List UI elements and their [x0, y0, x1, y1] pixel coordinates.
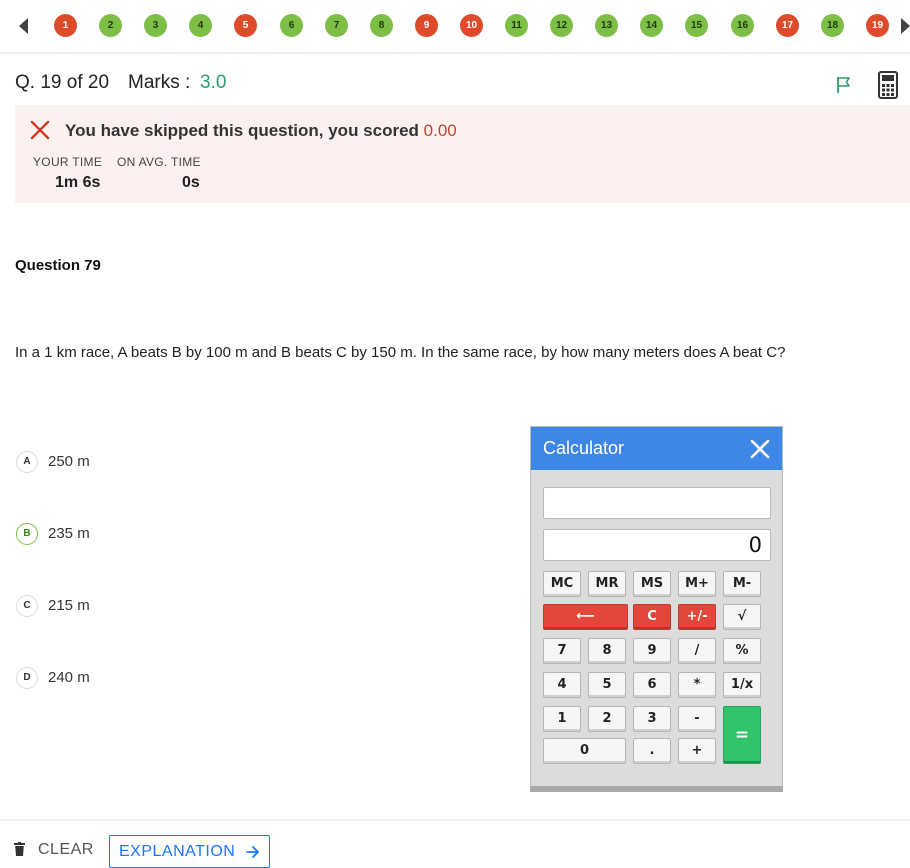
close-icon[interactable] — [750, 439, 770, 459]
marks-value: 3.0 — [200, 72, 227, 93]
question-bubble[interactable]: 2 — [99, 14, 122, 37]
clear-key[interactable]: C — [633, 604, 671, 630]
question-bubble[interactable]: 12 — [550, 14, 573, 37]
footer-divider — [0, 819, 910, 821]
question-bubble[interactable]: 7 — [325, 14, 348, 37]
equals-key[interactable]: = — [723, 706, 761, 764]
question-bubble[interactable]: 11 — [505, 14, 528, 37]
subtract-key[interactable]: - — [678, 706, 716, 732]
arrow-right-icon — [246, 846, 259, 858]
key-1[interactable]: 1 — [543, 706, 581, 732]
calculator-icon[interactable] — [878, 71, 898, 99]
result-score: 0.00 — [423, 121, 457, 140]
calculator-input[interactable] — [543, 487, 771, 519]
cross-icon — [30, 120, 50, 140]
option-letter: A — [16, 451, 38, 473]
key-2[interactable]: 2 — [588, 706, 626, 732]
calculator-header[interactable]: Calculator — [531, 427, 782, 470]
option-text: 250 m — [48, 453, 90, 470]
sign-key[interactable]: +/- — [678, 604, 716, 630]
m-minus-key[interactable]: M- — [723, 571, 761, 597]
question-bubble[interactable]: 1 — [54, 14, 77, 37]
prev-arrow-icon[interactable] — [19, 18, 28, 34]
question-text: In a 1 km race, A beats B by 100 m and B… — [15, 344, 786, 361]
key-4[interactable]: 4 — [543, 672, 581, 698]
add-key[interactable]: + — [678, 738, 716, 764]
question-counter: Q. 19 of 20 — [15, 72, 110, 93]
option-text: 215 m — [48, 597, 90, 614]
your-time-label: YOUR TIME — [33, 155, 103, 169]
question-bubble[interactable]: 9 — [415, 14, 438, 37]
next-arrow-icon[interactable] — [901, 18, 910, 34]
calculator-panel: Calculator 0 MC MR MS M+ M- ⟵ C +/- √ 7 … — [530, 426, 783, 792]
decimal-key[interactable]: . — [633, 738, 671, 764]
multiply-key[interactable]: * — [678, 672, 716, 698]
avg-time-label: ON AVG. TIME — [117, 155, 201, 169]
option-text: 235 m — [48, 525, 90, 542]
percent-key[interactable]: % — [723, 638, 761, 664]
key-6[interactable]: 6 — [633, 672, 671, 698]
question-navigator: 1 2 3 4 5 6 7 8 9 10 11 12 13 14 15 16 17 18 19 — [0, 0, 910, 54]
question-bubble[interactable]: 8 — [370, 14, 393, 37]
mr-key[interactable]: MR — [588, 571, 626, 597]
question-bubble[interactable]: 4 — [189, 14, 212, 37]
question-bubble[interactable]: 17 — [776, 14, 799, 37]
question-bubble[interactable]: 16 — [731, 14, 754, 37]
key-3[interactable]: 3 — [633, 706, 671, 732]
reciprocal-key[interactable]: 1/x — [723, 672, 761, 698]
avg-time-value: 0s — [182, 174, 200, 191]
question-bubble[interactable]: 15 — [685, 14, 708, 37]
question-bubble[interactable]: 18 — [821, 14, 844, 37]
option-letter: D — [16, 667, 38, 689]
result-panel: You have skipped this question, you scor… — [15, 105, 910, 203]
question-bubble[interactable]: 13 — [595, 14, 618, 37]
sqrt-key[interactable]: √ — [723, 604, 761, 630]
question-bubble[interactable]: 5 — [234, 14, 257, 37]
key-9[interactable]: 9 — [633, 638, 671, 664]
question-bubble[interactable]: 10 — [460, 14, 483, 37]
key-7[interactable]: 7 — [543, 638, 581, 664]
explanation-label: EXPLANATION — [119, 843, 236, 860]
flag-icon[interactable] — [836, 76, 852, 94]
your-time-value: 1m 6s — [55, 174, 101, 191]
question-bubble[interactable]: 3 — [144, 14, 167, 37]
question-title: Question 79 — [15, 257, 101, 274]
option-letter: C — [16, 595, 38, 617]
question-bubble[interactable]: 14 — [640, 14, 663, 37]
trash-icon — [14, 842, 25, 856]
marks-label: Marks : — [128, 72, 191, 93]
calculator-title: Calculator — [543, 438, 625, 458]
divide-key[interactable]: / — [678, 638, 716, 664]
key-8[interactable]: 8 — [588, 638, 626, 664]
calculator-display: 0 — [543, 529, 771, 561]
result-message: You have skipped this question, you scor… — [65, 121, 457, 140]
option-text: 240 m — [48, 669, 90, 686]
explanation-button[interactable]: EXPLANATION — [109, 835, 270, 868]
m-plus-key[interactable]: M+ — [678, 571, 716, 597]
mc-key[interactable]: MC — [543, 571, 581, 597]
question-bubble[interactable]: 19 — [866, 14, 889, 37]
clear-label: CLEAR — [38, 841, 94, 858]
backspace-key[interactable]: ⟵ — [543, 604, 628, 630]
key-5[interactable]: 5 — [588, 672, 626, 698]
question-bubble[interactable]: 6 — [280, 14, 303, 37]
key-0[interactable]: 0 — [543, 738, 626, 764]
option-letter: B — [16, 523, 38, 545]
ms-key[interactable]: MS — [633, 571, 671, 597]
